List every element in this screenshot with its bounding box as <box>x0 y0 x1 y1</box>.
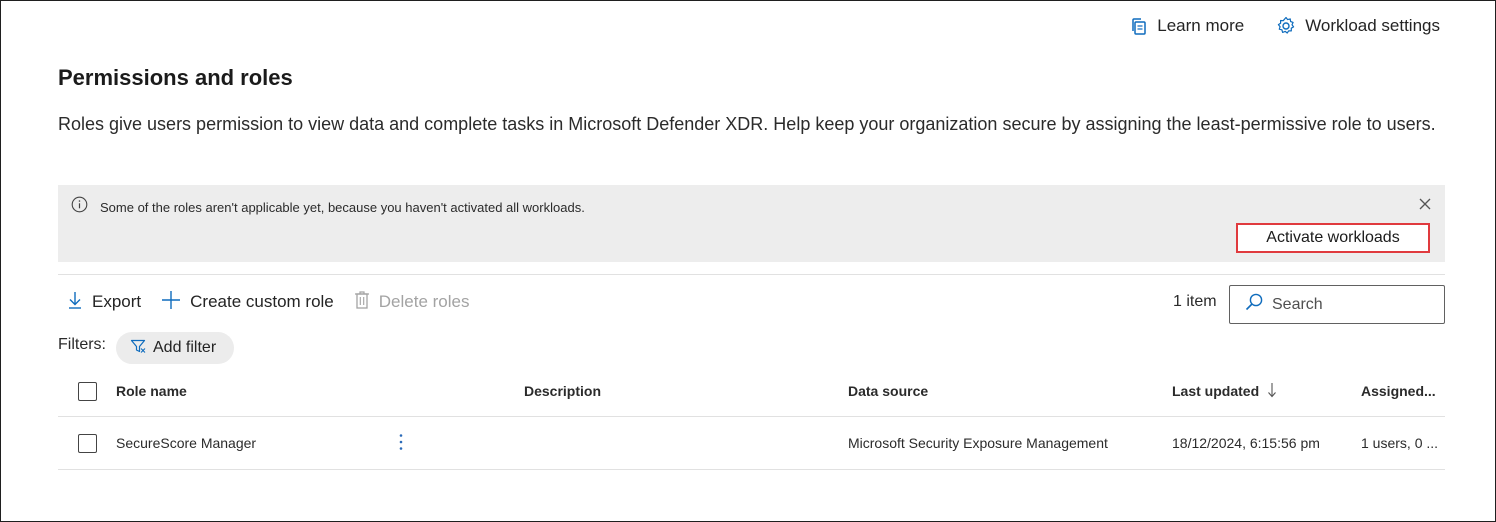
search-icon <box>1244 292 1264 317</box>
search-input[interactable] <box>1272 295 1432 314</box>
add-filter-label: Add filter <box>153 339 217 356</box>
select-all-cell <box>78 366 97 416</box>
create-custom-role-label: Create custom role <box>190 292 334 311</box>
trash-icon <box>354 290 370 315</box>
item-count: 1 item <box>1173 293 1217 310</box>
top-actions: Learn more Workload settings <box>1130 13 1440 39</box>
plus-icon <box>161 290 181 315</box>
learn-more-label: Learn more <box>1157 16 1245 35</box>
info-icon <box>71 196 88 218</box>
more-vertical-icon[interactable] <box>398 432 404 455</box>
filters-row: Filters: Add filter <box>58 332 235 364</box>
column-header-assigned[interactable]: Assigned... <box>1361 366 1436 416</box>
column-header-role-name[interactable]: Role name <box>116 366 187 416</box>
page-description: Roles give users permission to view data… <box>58 114 1436 134</box>
roles-table: Role name Description Data source Last u… <box>58 366 1445 470</box>
close-icon[interactable] <box>1417 196 1433 212</box>
create-custom-role-button[interactable]: Create custom role <box>161 290 334 315</box>
download-arrow-icon <box>67 290 83 315</box>
app-frame: Learn more Workload settings Permissions… <box>0 0 1496 522</box>
workload-settings-label: Workload settings <box>1305 16 1440 35</box>
filters-label: Filters: <box>58 336 106 353</box>
add-filter-button[interactable]: Add filter <box>116 332 235 364</box>
info-banner: Some of the roles aren't applicable yet,… <box>58 185 1445 262</box>
delete-roles-button[interactable]: Delete roles <box>354 290 470 315</box>
row-actions[interactable] <box>398 417 404 469</box>
delete-roles-label: Delete roles <box>378 292 470 311</box>
command-bar: Export Create custom role Delete roles <box>67 289 489 315</box>
column-header-data-source[interactable]: Data source <box>848 366 928 416</box>
banner-message: Some of the roles aren't applicable yet,… <box>100 199 585 215</box>
assigned-cell: 1 users, 0 ... <box>1361 435 1439 451</box>
filter-icon <box>130 338 146 359</box>
column-header-last-updated[interactable]: Last updated <box>1172 366 1277 416</box>
row-select-cell <box>78 417 97 469</box>
gear-icon <box>1276 16 1296 36</box>
search-box[interactable] <box>1229 285 1445 324</box>
row-checkbox[interactable] <box>78 433 97 453</box>
export-button[interactable]: Export <box>67 290 141 315</box>
last-updated-label: Last updated <box>1172 383 1260 399</box>
select-all-checkbox[interactable] <box>78 381 97 401</box>
workload-settings-link[interactable]: Workload settings <box>1276 16 1440 36</box>
table-row[interactable]: SecureScore Manager Microsoft Security E… <box>58 417 1445 470</box>
data-source-cell: Microsoft Security Exposure Management <box>848 435 1108 451</box>
section-divider <box>58 274 1445 275</box>
activate-workloads-button[interactable]: Activate workloads <box>1236 223 1430 253</box>
banner-info-row: Some of the roles aren't applicable yet,… <box>71 196 585 218</box>
role-name-cell[interactable]: SecureScore Manager <box>116 417 256 469</box>
page-title: Permissions and roles <box>58 65 293 90</box>
last-updated-cell: 18/12/2024, 6:15:56 pm <box>1172 435 1320 451</box>
sort-down-arrow-icon <box>1267 382 1277 401</box>
learn-more-link[interactable]: Learn more <box>1130 16 1244 36</box>
export-label: Export <box>92 292 142 311</box>
column-header-description[interactable]: Description <box>524 366 601 416</box>
book-icon <box>1130 17 1148 36</box>
table-header-row: Role name Description Data source Last u… <box>58 366 1445 417</box>
